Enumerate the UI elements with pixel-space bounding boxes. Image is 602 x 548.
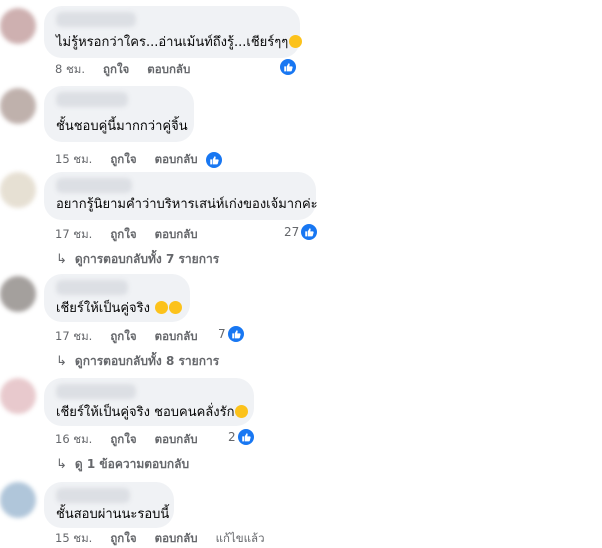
laughing-emoji-icon bbox=[155, 301, 169, 314]
comment-bubble: เชียร์ให้เป็นคู่จริง bbox=[44, 274, 190, 322]
like-button[interactable]: ถูกใจ bbox=[103, 61, 129, 79]
reply-button[interactable]: ตอบกลับ bbox=[147, 61, 190, 79]
comment-meta: 15 ชม. ถูกใจ ตอบกลับ bbox=[55, 151, 222, 169]
comment-bubble: ชั้นสอบผ่านนะรอบนี้ bbox=[44, 482, 174, 528]
avatar[interactable] bbox=[0, 378, 36, 414]
author-name-blurred[interactable] bbox=[56, 92, 128, 107]
comment-text: เชียร์ให้เป็นคู่จริง bbox=[56, 300, 183, 317]
comment-text: เชียร์ให้เป็นคู่จริง ชอบคนคลั่งรัก bbox=[56, 404, 249, 421]
avatar[interactable] bbox=[0, 88, 36, 124]
reply-button[interactable]: ตอบกลับ bbox=[155, 226, 198, 244]
view-replies-link[interactable]: ↳ ดู 1 ข้อความตอบกลับ bbox=[56, 455, 189, 474]
thumbs-up-icon bbox=[301, 224, 318, 240]
view-replies-label: ดูการตอบกลับทั้ง 7 รายการ bbox=[74, 252, 220, 266]
author-name-blurred[interactable] bbox=[56, 178, 132, 193]
avatar[interactable] bbox=[0, 8, 36, 44]
reaction-count: 7 bbox=[218, 327, 226, 341]
reply-button[interactable]: ตอบกลับ bbox=[155, 328, 198, 346]
like-button[interactable]: ถูกใจ bbox=[110, 431, 136, 449]
avatar[interactable] bbox=[0, 482, 36, 518]
comment-bubble: ชั้นชอบคู่นี้มากกว่าคู่จิ้น bbox=[44, 86, 194, 142]
reaction-summary[interactable]: 27 bbox=[284, 224, 318, 240]
comment-bubble: ไม่รู้หรอกว่าใคร...อ่านเม้นท์ถึงรู้...เช… bbox=[44, 6, 303, 58]
reaction-count: 27 bbox=[284, 225, 300, 239]
comment-bubble: อยากรู้นิยามคำว่าบริหารเสน่ห์เก่งของเจ้ม… bbox=[44, 172, 318, 220]
comment-text: ชั้นสอบผ่านนะรอบนี้ bbox=[56, 507, 170, 522]
view-replies-label: ดู 1 ข้อความตอบกลับ bbox=[74, 457, 190, 471]
comment-text: อยากรู้นิยามคำว่าบริหารเสน่ห์เก่งของเจ้ม… bbox=[56, 197, 318, 212]
author-name-blurred[interactable] bbox=[56, 488, 130, 503]
view-replies-link[interactable]: ↳ ดูการตอบกลับทั้ง 7 รายการ bbox=[56, 250, 219, 269]
reaction-summary[interactable]: 2 bbox=[228, 429, 254, 445]
author-name-blurred[interactable] bbox=[56, 280, 128, 295]
comment-meta: 17 ชม. ถูกใจ ตอบกลับ bbox=[55, 328, 216, 346]
like-button[interactable]: ถูกใจ bbox=[110, 151, 136, 169]
reaction-summary[interactable] bbox=[278, 59, 296, 75]
comment-meta: 15 ชม. ถูกใจ ตอบกลับ แก้ไขแล้ว bbox=[55, 530, 265, 548]
avatar[interactable] bbox=[0, 276, 36, 312]
reply-arrow-icon: ↳ bbox=[56, 457, 67, 472]
thumbs-up-icon bbox=[227, 326, 244, 342]
comment-meta: 16 ชม. ถูกใจ ตอบกลับ bbox=[55, 431, 216, 449]
view-replies-label: ดูการตอบกลับทั้ง 8 รายการ bbox=[74, 354, 220, 368]
comment-time[interactable]: 16 ชม. bbox=[55, 431, 92, 449]
comment-time[interactable]: 17 ชม. bbox=[55, 328, 92, 346]
reaction-summary[interactable]: 7 bbox=[218, 326, 244, 342]
comment-text: ไม่รู้หรอกว่าใคร...อ่านเม้นท์ถึงรู้...เช… bbox=[56, 34, 303, 51]
edited-label: แก้ไขแล้ว bbox=[215, 531, 265, 545]
laughing-emoji-icon bbox=[169, 301, 183, 314]
reaction-count: 2 bbox=[228, 430, 236, 444]
comment-text: ชั้นชอบคู่นี้มากกว่าคู่จิ้น bbox=[56, 119, 188, 134]
like-button[interactable]: ถูกใจ bbox=[110, 328, 136, 346]
comment-bubble: เชียร์ให้เป็นคู่จริง ชอบคนคลั่งรัก bbox=[44, 378, 254, 426]
like-button[interactable]: ถูกใจ bbox=[110, 530, 136, 548]
avatar[interactable] bbox=[0, 172, 36, 208]
comment-time[interactable]: 15 ชม. bbox=[55, 530, 92, 548]
thumbs-up-icon bbox=[280, 59, 296, 75]
reply-arrow-icon: ↳ bbox=[56, 252, 67, 267]
comment-meta: 8 ชม. ถูกใจ ตอบกลับ bbox=[55, 61, 208, 79]
reply-button[interactable]: ตอบกลับ bbox=[155, 530, 198, 548]
heart-eyes-emoji-icon bbox=[235, 405, 249, 418]
author-name-blurred[interactable] bbox=[56, 384, 136, 399]
thumbs-up-icon bbox=[237, 429, 254, 445]
thumbs-up-icon[interactable] bbox=[205, 152, 222, 168]
author-name-blurred[interactable] bbox=[56, 12, 136, 27]
reply-button[interactable]: ตอบกลับ bbox=[155, 151, 198, 169]
reply-button[interactable]: ตอบกลับ bbox=[155, 431, 198, 449]
smile-emoji-icon bbox=[289, 35, 303, 48]
comment-time[interactable]: 17 ชม. bbox=[55, 226, 92, 244]
comment-time[interactable]: 8 ชม. bbox=[55, 61, 85, 79]
comment-time[interactable]: 15 ชม. bbox=[55, 151, 92, 169]
like-button[interactable]: ถูกใจ bbox=[110, 226, 136, 244]
reply-arrow-icon: ↳ bbox=[56, 354, 67, 369]
view-replies-link[interactable]: ↳ ดูการตอบกลับทั้ง 8 รายการ bbox=[56, 352, 219, 371]
comment-meta: 17 ชม. ถูกใจ ตอบกลับ bbox=[55, 226, 216, 244]
